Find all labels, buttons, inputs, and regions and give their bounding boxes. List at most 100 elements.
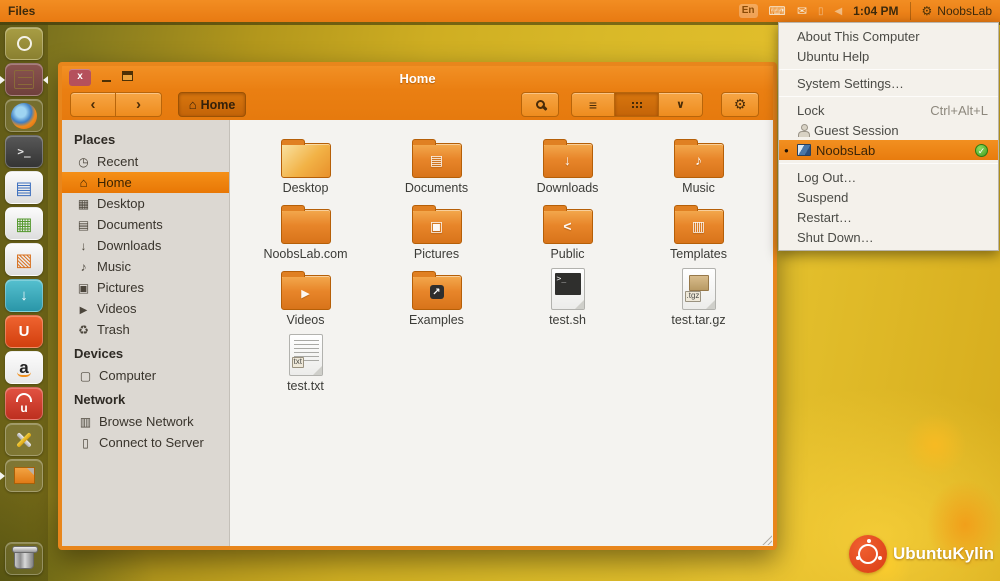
launcher-libreoffice-impress-icon[interactable]: ▧ [5,243,43,276]
link-emblem-icon [430,285,444,299]
file-label: Pictures [414,248,459,261]
resize-grip[interactable] [761,534,772,545]
sidebar-item-recent[interactable]: Recent [62,151,229,172]
grid-view-button[interactable] [615,92,659,117]
menu-label: Suspend [797,190,848,205]
file-label: Music [682,182,715,195]
shortcut-label: Ctrl+Alt+L [930,103,988,118]
file-label: Examples [409,314,464,327]
sidebar-item-computer[interactable]: Computer [62,365,229,386]
file-label: Desktop [283,182,329,195]
script-file-icon [551,268,585,310]
launcher-amazon-icon[interactable]: a [5,351,43,384]
file-item-test-sh[interactable]: test.sh [502,262,633,326]
minimize-button[interactable] [100,69,114,86]
sidebar-item-desktop[interactable]: Desktop [62,193,229,214]
menu-item-guest-session[interactable]: Guest Session [779,120,998,140]
trash-can-icon [14,549,34,569]
maximize-button[interactable] [122,71,133,81]
back-button[interactable] [70,92,116,117]
file-label: test.tar.gz [671,314,725,327]
close-button[interactable] [69,69,91,86]
launcher-ubuntu-one-music-icon[interactable]: u [5,387,43,420]
folder-icon [412,143,462,178]
file-item-public[interactable]: Public [502,196,633,260]
menu-item-restart[interactable]: Restart… [779,207,998,227]
file-label: NoobsLab.com [263,248,347,261]
launcher-software-center-icon[interactable]: ↓ [5,279,43,312]
file-item-documents[interactable]: Documents [371,130,502,194]
launcher-firefox-icon[interactable] [5,99,43,132]
sidebar-item-music[interactable]: Music [62,256,229,277]
sidebar-item-downloads[interactable]: Downloads [62,235,229,256]
launcher-system-settings-icon[interactable] [5,423,43,456]
file-item-test-tar-gz[interactable]: .tgz test.tar.gz [633,262,764,326]
search-icon [536,100,545,109]
menu-item-ubuntu-help[interactable]: Ubuntu Help [779,46,998,66]
sidebar-item-pictures[interactable]: Pictures [62,277,229,298]
downloads-icon [76,239,91,253]
sidebar-item-home[interactable]: Home [62,172,229,193]
file-item-noobslab[interactable]: NoobsLab.com [240,196,371,260]
launcher-running-app-icon[interactable] [5,459,43,492]
messages-icon[interactable] [797,0,807,22]
sidebar-label: Home [97,175,132,190]
session-menu: About This Computer Ubuntu Help System S… [778,22,999,251]
file-item-pictures[interactable]: Pictures [371,196,502,260]
file-item-desktop[interactable]: Desktop [240,130,371,194]
file-grid: Desktop Documents Downloads Music NoobsL… [230,120,773,546]
file-item-examples[interactable]: Examples [371,262,502,326]
file-item-videos[interactable]: Videos [240,262,371,326]
menu-item-system-settings[interactable]: System Settings… [779,73,998,93]
launcher-libreoffice-calc-icon[interactable]: ▦ [5,207,43,240]
menu-item-about[interactable]: About This Computer [779,26,998,46]
keyboard-layout-indicator[interactable]: En [739,4,758,18]
launcher-files-icon[interactable] [5,63,43,96]
location-home-button[interactable]: Home [178,92,246,117]
menu-item-lock[interactable]: Lock Ctrl+Alt+L [779,100,998,120]
folder-icon [543,143,593,178]
session-indicator[interactable]: NoobsLab [922,0,992,22]
clock[interactable]: 1:04 PM [853,4,898,18]
checkmark-icon [975,144,988,157]
menu-label: Lock [797,103,824,118]
menu-item-shut-down[interactable]: Shut Down… [779,227,998,247]
impress-slide-icon: ▧ [15,251,32,269]
sidebar-item-trash[interactable]: Trash [62,319,229,340]
search-button[interactable] [521,92,559,117]
sidebar-item-documents[interactable]: Documents [62,214,229,235]
launcher-libreoffice-writer-icon[interactable]: ▤ [5,171,43,204]
sound-icon[interactable] [834,0,842,23]
sidebar-item-connect-to-server[interactable]: Connect to Server [62,432,229,453]
battery-icon[interactable] [818,0,824,23]
titlebar[interactable]: Home [62,66,773,90]
menu-item-noobslab[interactable]: ●NoobsLab [779,140,998,160]
input-method-icon[interactable] [769,0,786,22]
list-view-button[interactable] [571,92,615,117]
sidebar-label: Videos [97,301,137,316]
file-item-templates[interactable]: Templates [633,196,764,260]
sidebar-section-places: Places [62,126,229,151]
file-item-test-txt[interactable]: txt test.txt [240,328,371,392]
menu-item-suspend[interactable]: Suspend [779,187,998,207]
view-options-button[interactable] [659,92,703,117]
launcher-ubuntu-one-icon[interactable]: U [5,315,43,348]
sidebar-label: Pictures [97,280,144,295]
file-label: Templates [670,248,727,261]
launcher-trash-icon[interactable] [5,542,43,575]
launcher-terminal-icon[interactable]: >_ [5,135,43,168]
file-label: Public [550,248,584,261]
file-item-music[interactable]: Music [633,130,764,194]
app-menu-files[interactable]: Files [8,4,35,18]
sidebar-item-browse-network[interactable]: Browse Network [62,411,229,432]
file-item-downloads[interactable]: Downloads [502,130,633,194]
menu-item-log-out[interactable]: Log Out… [779,167,998,187]
launcher-dash-icon[interactable] [5,27,43,60]
forward-arrow-icon [136,96,141,113]
ubuntu-logo-icon [17,36,32,51]
forward-button[interactable] [116,92,162,117]
window-menu-button[interactable] [721,92,759,117]
text-file-icon: txt [289,334,323,376]
headphones-icon [16,393,32,402]
sidebar-item-videos[interactable]: Videos [62,298,229,319]
